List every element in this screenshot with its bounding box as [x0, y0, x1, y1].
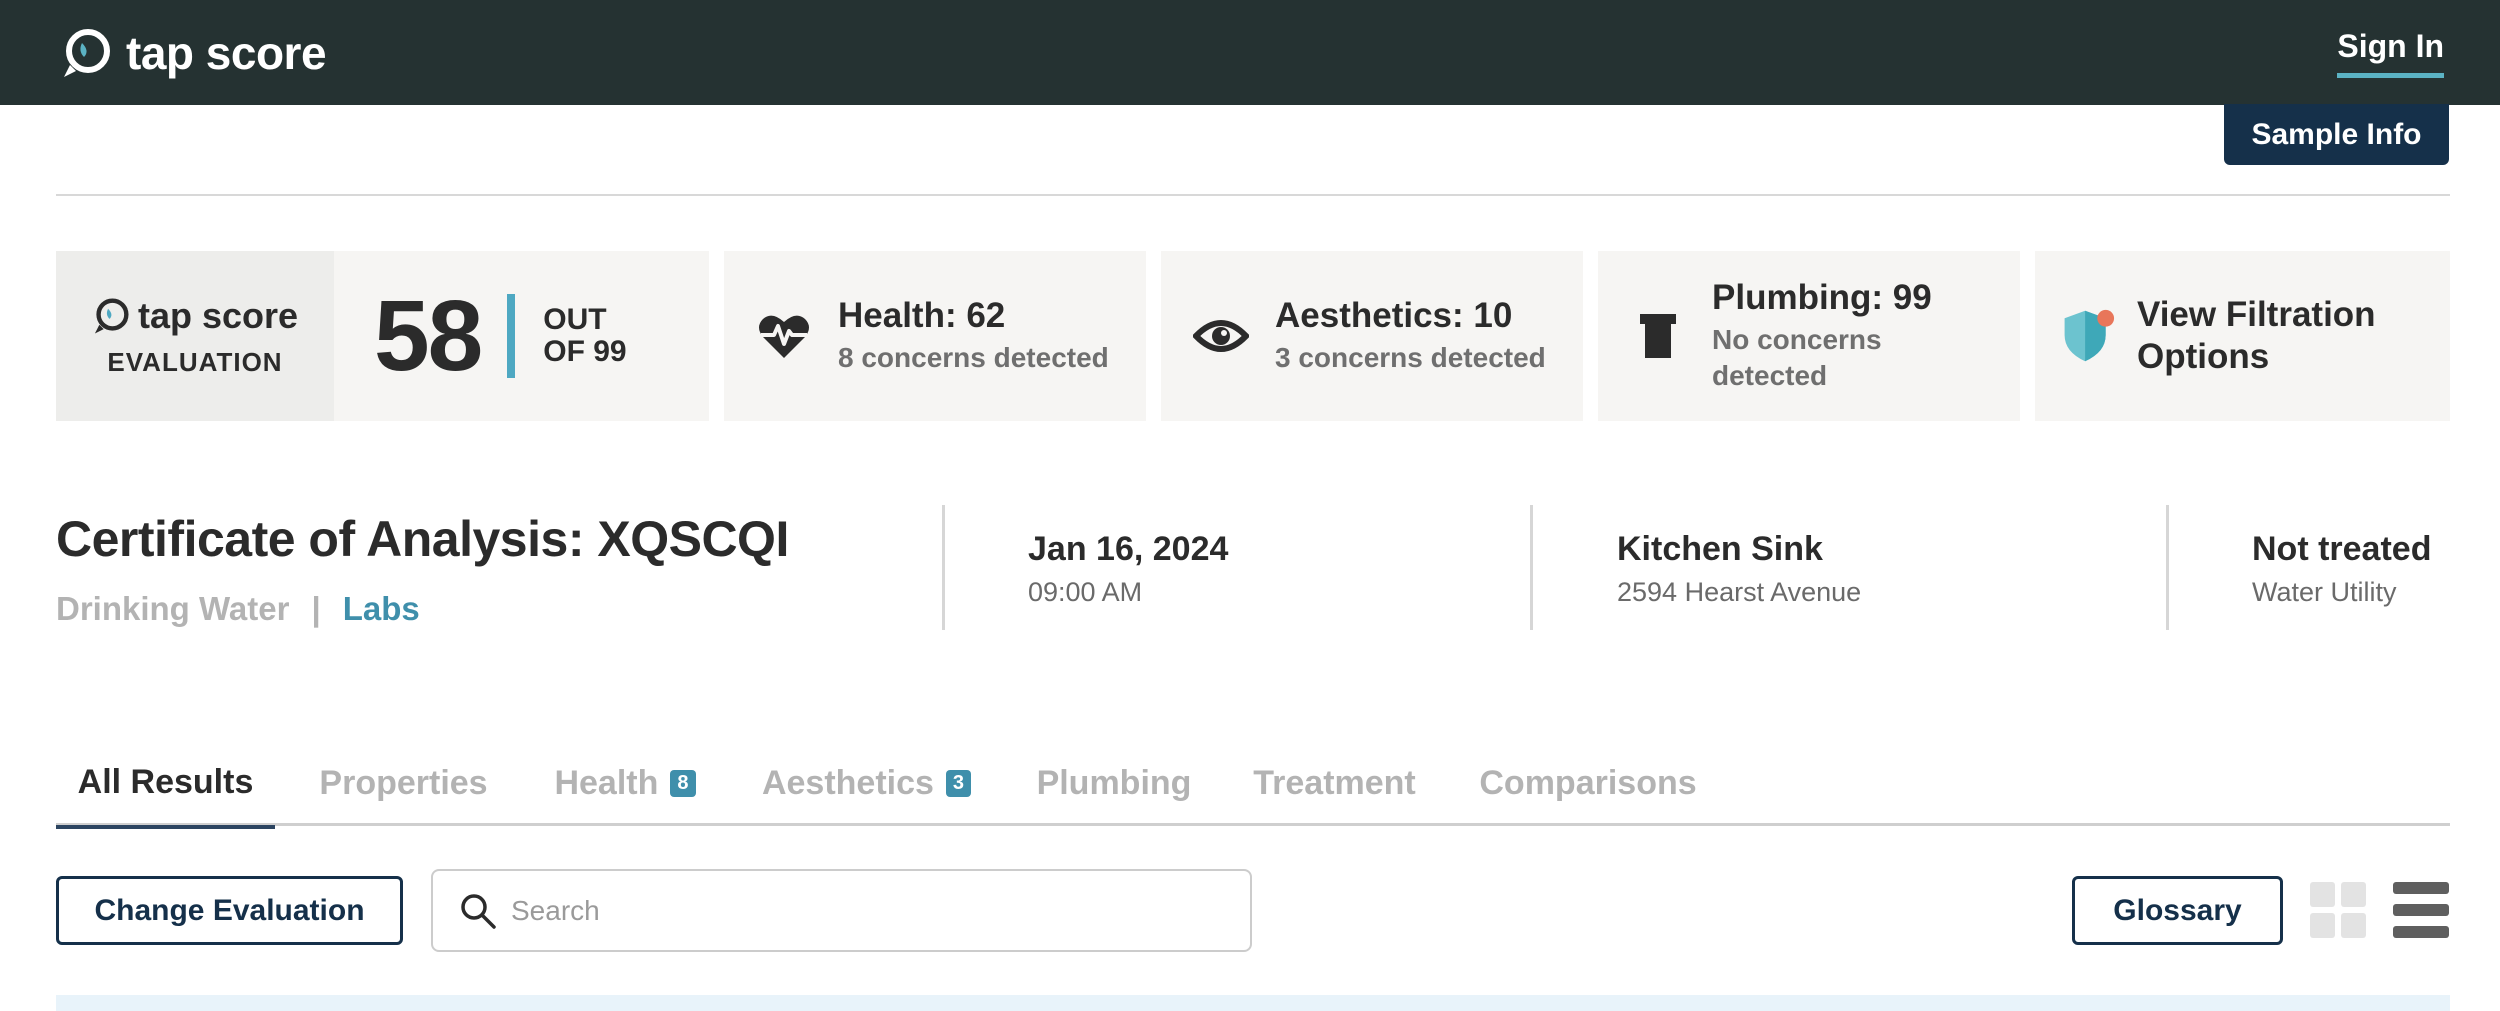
change-evaluation-button[interactable]: Change Evaluation	[56, 876, 403, 945]
view-filtration-options-link[interactable]: View Filtration Options	[2137, 294, 2376, 378]
treatment-status: Not treated	[2252, 530, 2432, 568]
info-divider	[2166, 505, 2169, 630]
info-divider	[1530, 505, 1533, 630]
tab-label: Health	[554, 763, 659, 802]
sample-location-block: Kitchen Sink 2594 Hearst Avenue	[1617, 530, 1861, 608]
search-box	[431, 869, 1252, 952]
sample-date: Jan 16, 2024	[1028, 530, 1229, 568]
brand-name: tap score	[126, 27, 327, 79]
health-concerns: 8 concerns detected	[838, 342, 1109, 373]
plumbing-concerns: No concerns detected	[1712, 322, 1932, 394]
results-tabs: All Results Properties Health 8 Aestheti…	[56, 740, 2450, 829]
evaluation-brand: tap score	[137, 294, 299, 336]
tab-label: Aesthetics	[761, 763, 934, 802]
aesthetics-count-badge: 3	[945, 769, 972, 797]
score-out-of: OUT OF 99	[543, 304, 626, 368]
tab-label: All Results	[77, 763, 254, 801]
glossary-button[interactable]: Glossary	[2072, 876, 2283, 945]
certificate-header: Certificate of Analysis: XQSCQI Drinking…	[56, 510, 789, 628]
tab-health[interactable]: Health 8	[549, 740, 701, 826]
tab-all-results[interactable]: All Results	[56, 740, 275, 829]
score-out-of-line2: OF 99	[543, 335, 627, 368]
evaluation-logo: tap score	[92, 295, 298, 337]
health-text: Health: 62 8 concerns detected	[838, 296, 1109, 376]
evaluation-card: tap score EVALUATION 58 OUT OF 99	[56, 251, 709, 421]
list-view-icon[interactable]	[2393, 882, 2449, 938]
labs-link[interactable]: Labs	[343, 590, 420, 628]
grid-view-icon[interactable]	[2310, 882, 2366, 938]
aesthetics-text: Aesthetics: 10 3 concerns detected	[1275, 296, 1546, 376]
health-count-badge: 8	[670, 769, 696, 797]
info-divider	[942, 505, 945, 630]
certificate-title: Certificate of Analysis: XQSCQI	[56, 511, 789, 567]
sign-in-link[interactable]: Sign In	[2337, 28, 2444, 78]
plumbing-score: Plumbing: 99	[1712, 278, 1932, 317]
aesthetics-score: Aesthetics: 10	[1275, 296, 1513, 335]
sample-info-button[interactable]: Sample Info	[2224, 104, 2449, 165]
tap-score-logo-icon	[94, 297, 129, 334]
treatment-block: Not treated Water Utility	[2252, 530, 2431, 608]
plumbing-text: Plumbing: 99 No concerns detected	[1712, 278, 1932, 394]
sample-time: 09:00 AM	[1028, 577, 1143, 607]
sample-location: Kitchen Sink	[1617, 530, 1823, 568]
tab-treatment[interactable]: Treatment	[1252, 740, 1417, 826]
aesthetics-card[interactable]: Aesthetics: 10 3 concerns detected	[1161, 251, 1583, 421]
tab-label: Properties	[319, 763, 488, 802]
view-filtration-options-card[interactable]: View Filtration Options	[2035, 251, 2450, 421]
water-source: Water Utility	[2252, 577, 2397, 607]
evaluation-label: EVALUATION	[107, 346, 283, 377]
score-divider	[507, 294, 516, 378]
plumbing-concerns-line1: No concerns	[1712, 324, 1882, 355]
score-display: 58 OUT OF 99	[334, 279, 709, 394]
sample-type: Drinking Water	[56, 590, 290, 627]
subtitle-separator: |	[311, 590, 321, 627]
health-score: Health: 62	[838, 296, 1006, 335]
search-input[interactable]	[511, 894, 1211, 927]
evaluation-label-panel: tap score EVALUATION	[56, 251, 334, 421]
tab-aesthetics[interactable]: Aesthetics 3	[760, 740, 973, 826]
tab-properties[interactable]: Properties	[316, 740, 491, 826]
shield-icon	[2059, 308, 2115, 364]
plumbing-concerns-line2: detected	[1712, 360, 1828, 391]
tab-comparisons[interactable]: Comparisons	[1479, 740, 1696, 826]
plumbing-card[interactable]: Plumbing: 99 No concerns detected	[1598, 251, 2020, 421]
overall-score: 58	[374, 279, 483, 392]
aesthetics-concerns: 3 concerns detected	[1275, 342, 1546, 373]
filtration-line1: View Filtration	[2137, 295, 2376, 334]
score-out-of-line1: OUT	[543, 303, 607, 336]
certificate-subtitle: Drinking Water | Labs	[56, 590, 789, 628]
eye-icon	[1193, 308, 1249, 364]
score-summary: tap score EVALUATION 58 OUT OF 99 Health…	[56, 251, 2450, 421]
header-divider	[56, 194, 2450, 196]
health-card[interactable]: Health: 62 8 concerns detected	[724, 251, 1146, 421]
filtration-line2: Options	[2137, 337, 2270, 376]
search-icon	[461, 893, 496, 929]
results-table-top	[56, 995, 2450, 1011]
tab-plumbing[interactable]: Plumbing	[1037, 740, 1192, 826]
tap-score-logo[interactable]: tap score	[60, 26, 327, 80]
tap-score-logo-icon	[64, 29, 110, 77]
top-navigation-bar: tap score Sign In	[0, 0, 2500, 105]
sample-address: 2594 Hearst Avenue	[1617, 577, 1862, 607]
tab-label: Plumbing	[1036, 763, 1192, 802]
pipe-icon	[1630, 308, 1686, 364]
tab-label: Comparisons	[1479, 763, 1697, 802]
sample-date-block: Jan 16, 2024 09:00 AM	[1028, 530, 1228, 608]
tab-label: Treatment	[1253, 763, 1416, 802]
heartbeat-icon	[756, 308, 812, 364]
